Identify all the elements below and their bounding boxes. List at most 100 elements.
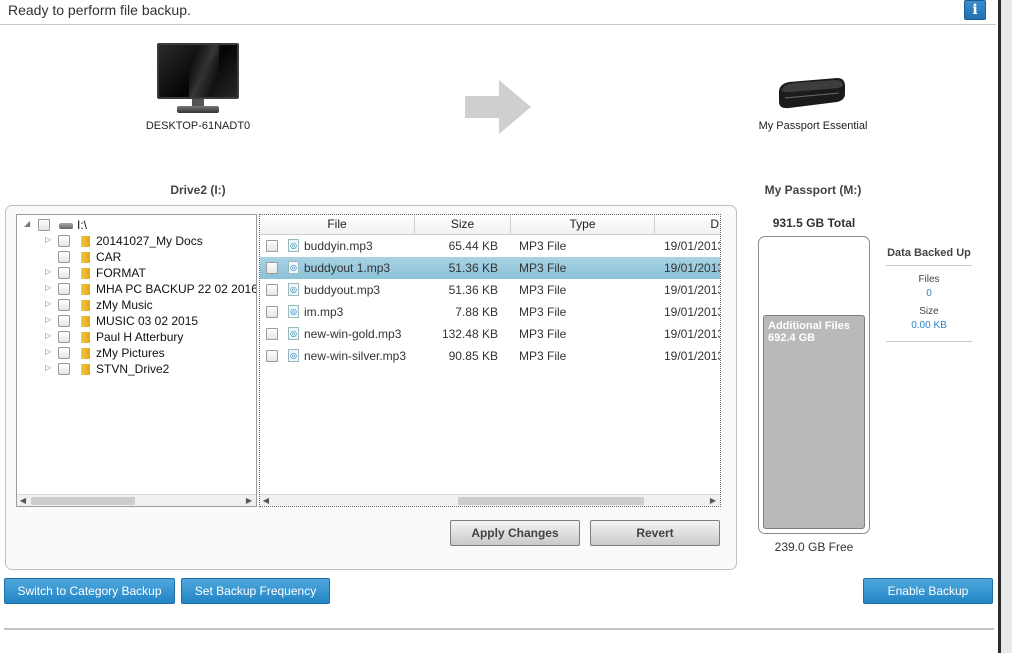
tree-checkbox[interactable] — [58, 331, 70, 343]
audio-file-icon: ◎ — [288, 261, 299, 274]
file-size: 65.44 KB — [448, 239, 498, 253]
tree-item-label: FORMAT — [96, 266, 146, 280]
info-icon[interactable]: i — [964, 0, 986, 20]
folder-icon — [81, 300, 90, 311]
file-checkbox[interactable] — [266, 306, 278, 318]
file-size: 51.36 KB — [448, 261, 498, 275]
tree-checkbox[interactable] — [58, 251, 70, 263]
tree-item[interactable]: ▷ zMy Pictures — [17, 345, 256, 361]
drive-icon — [59, 223, 73, 229]
switch-category-backup-button[interactable]: Switch to Category Backup — [4, 578, 175, 604]
expand-icon[interactable]: ▷ — [45, 331, 53, 341]
capacity-used-label: Additional Files 692.4 GB — [768, 320, 850, 344]
computer-name: DESKTOP-61NADT0 — [145, 120, 251, 132]
column-header-file[interactable]: File — [260, 215, 415, 235]
audio-file-icon: ◎ — [288, 305, 299, 318]
data-backed-up-title: Data Backed Up — [887, 247, 971, 259]
file-row[interactable]: ◎ new-win-gold.mp3 132.48 KB MP3 File 19/01/… — [260, 323, 721, 345]
used-label-size: 692.4 GB — [768, 332, 816, 344]
scroll-thumb[interactable] — [31, 497, 135, 505]
file-type: MP3 File — [519, 239, 567, 253]
window-background-edge — [1001, 0, 1012, 653]
expand-icon[interactable]: ▷ — [45, 267, 53, 277]
file-size: 132.48 KB — [441, 327, 498, 341]
file-date: 19/01/2013 — [664, 261, 721, 275]
file-date: 19/01/2013 — [664, 327, 721, 341]
tree-item[interactable]: ▷ zMy Music — [17, 297, 256, 313]
file-horizontal-scrollbar[interactable]: ◀ ▶ — [260, 494, 720, 506]
tree-checkbox[interactable] — [58, 363, 70, 375]
source-drive-title: Drive2 (I:) — [170, 183, 226, 197]
enable-backup-button[interactable]: Enable Backup — [863, 578, 993, 604]
file-list[interactable]: File Size Type D ◎ buddyin.mp3 65.44 KB MP3… — [259, 214, 721, 507]
expand-icon[interactable]: ▷ — [45, 235, 53, 245]
audio-file-icon: ◎ — [288, 283, 299, 296]
file-type: MP3 File — [519, 283, 567, 297]
tree-horizontal-scrollbar[interactable]: ◀ ▶ — [17, 494, 256, 506]
expand-icon[interactable]: ▷ — [45, 347, 53, 357]
file-checkbox[interactable] — [266, 328, 278, 340]
backed-size-value: 0.00 KB — [911, 320, 947, 331]
tree-item[interactable]: ▷ STVN_Drive2 — [17, 361, 256, 377]
expand-icon[interactable]: ▷ — [45, 299, 53, 309]
scroll-left-icon[interactable]: ◀ — [260, 495, 272, 506]
tree-root[interactable]: ◢ I:\ — [17, 217, 256, 233]
backed-files-value: 0 — [926, 288, 932, 299]
footer-divider — [4, 628, 994, 630]
tree-checkbox[interactable] — [38, 219, 50, 231]
file-checkbox[interactable] — [266, 262, 278, 274]
arrow-right-icon — [465, 80, 531, 134]
file-size: 7.88 KB — [455, 305, 498, 319]
column-header-type[interactable]: Type — [511, 215, 655, 235]
file-row[interactable]: ◎ im.mp3 7.88 KB MP3 File 19/01/2013 — [260, 301, 721, 323]
scroll-left-icon[interactable]: ◀ — [17, 495, 29, 506]
tree-item[interactable]: ▷ Paul H Atterbury — [17, 329, 256, 345]
file-type: MP3 File — [519, 261, 567, 275]
scroll-right-icon[interactable]: ▶ — [707, 495, 719, 506]
tree-item-label: MHA PC BACKUP 22 02 2016 — [96, 282, 257, 296]
revert-button[interactable]: Revert — [590, 520, 720, 546]
tree-checkbox[interactable] — [58, 235, 70, 247]
file-row[interactable]: ◎ buddyin.mp3 65.44 KB MP3 File 19/01/2013 — [260, 235, 720, 257]
file-checkbox[interactable] — [266, 240, 278, 252]
computer-icon — [157, 43, 239, 115]
tree-item[interactable]: ▷ FORMAT — [17, 265, 256, 281]
set-backup-frequency-button[interactable]: Set Backup Frequency — [181, 578, 330, 604]
backed-files-label: Files — [918, 274, 940, 285]
destination-drive-title: My Passport (M:) — [764, 183, 862, 197]
header-divider — [0, 24, 996, 25]
tree-item[interactable]: ▷ 20141027_My Docs — [17, 233, 256, 249]
file-checkbox[interactable] — [266, 284, 278, 296]
tree-item[interactable]: ▷ MUSIC 03 02 2015 — [17, 313, 256, 329]
folder-tree[interactable]: ◢ I:\ ▷ 20141027_My Docs CAR ▷ FORMAT ▷ MHA PC… — [16, 214, 257, 507]
tree-item[interactable]: CAR — [17, 249, 256, 265]
tree-checkbox[interactable] — [58, 347, 70, 359]
status-text: Ready to perform file backup. — [8, 2, 191, 18]
expand-icon[interactable]: ▷ — [45, 315, 53, 325]
tree-item[interactable]: ▷ MHA PC BACKUP 22 02 2016 — [17, 281, 257, 297]
capacity-gauge: Additional Files 692.4 GB — [758, 236, 870, 534]
file-row[interactable]: ◎ buddyout.mp3 51.36 KB MP3 File 19/01/2013 — [260, 279, 720, 301]
tree-checkbox[interactable] — [58, 315, 70, 327]
file-row[interactable]: ◎ new-win-silver.mp3 90.85 KB MP3 File 19/01… — [260, 345, 720, 367]
column-header-date[interactable]: D — [655, 215, 720, 235]
scroll-right-icon[interactable]: ▶ — [243, 495, 255, 506]
used-label-title: Additional Files — [768, 320, 850, 332]
collapse-icon[interactable]: ◢ — [24, 219, 32, 229]
file-row[interactable]: ◎ buddyout 1.mp3 51.36 KB MP3 File 19/01/201… — [260, 257, 721, 279]
folder-icon — [81, 348, 90, 359]
column-header-size[interactable]: Size — [415, 215, 511, 235]
backed-size-label: Size — [919, 306, 939, 317]
expand-icon[interactable]: ▷ — [45, 363, 53, 373]
backup-window: Ready to perform file backup. i DESKTOP-… — [0, 0, 1012, 653]
file-checkbox[interactable] — [266, 350, 278, 362]
file-date: 19/01/2013 — [664, 305, 721, 319]
tree-checkbox[interactable] — [58, 283, 70, 295]
apply-changes-button[interactable]: Apply Changes — [450, 520, 580, 546]
tree-checkbox[interactable] — [58, 299, 70, 311]
expand-icon[interactable]: ▷ — [45, 283, 53, 293]
external-drive-icon — [779, 78, 845, 109]
tree-checkbox[interactable] — [58, 267, 70, 279]
folder-icon — [81, 252, 90, 263]
scroll-thumb[interactable] — [458, 497, 644, 505]
